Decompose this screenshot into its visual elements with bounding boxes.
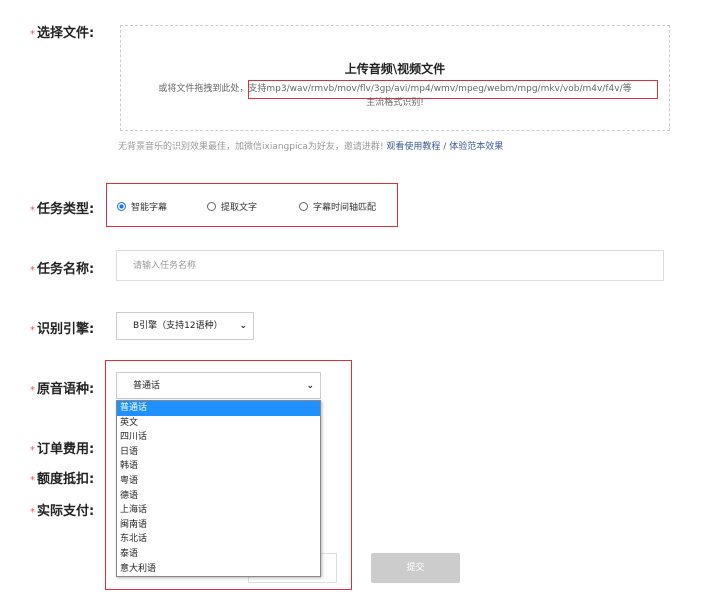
radio-extract-text[interactable]: 提取文字	[207, 200, 257, 213]
order-fee-label: * 订单费用:	[30, 442, 95, 457]
tutorial-link[interactable]: 观看使用教程	[386, 142, 440, 152]
task-type-label: * 任务类型:	[30, 202, 95, 217]
task-name-input[interactable]: 请输入任务名称	[116, 250, 664, 281]
submit-button[interactable]: 提交	[371, 553, 460, 583]
file-label: * 选择文件:	[30, 26, 95, 41]
chevron-down-icon: ⌄	[239, 321, 247, 331]
language-highlight-box	[105, 360, 352, 590]
upload-dropzone[interactable]: 上传音频\视频文件 或将文件拖拽到此处，支持mp3/wav/rmvb/mov/f…	[120, 25, 670, 131]
language-label: * 原音语种:	[30, 382, 95, 397]
quota-label: * 额度抵扣:	[30, 472, 95, 487]
radio-timeline-match[interactable]: 字幕时间轴匹配	[299, 200, 376, 213]
task-name-label: * 任务名称:	[30, 262, 95, 277]
upload-title[interactable]: 上传音频\视频文件	[121, 60, 669, 77]
formats-highlight-box	[248, 80, 658, 99]
radio-smart-subtitle[interactable]: 智能字幕	[117, 200, 167, 213]
actual-pay-label: * 实际支付:	[30, 504, 95, 519]
engine-select[interactable]: B引擎（支持12语种） ⌄	[116, 312, 254, 340]
engine-label: * 识别引擎:	[30, 322, 95, 337]
hint-text: 无背景音乐的识别效果最佳，加微信ixiangpica为好友，邀请进群! 观看使用…	[118, 142, 504, 152]
sample-link[interactable]: 体验范本效果	[449, 142, 503, 152]
